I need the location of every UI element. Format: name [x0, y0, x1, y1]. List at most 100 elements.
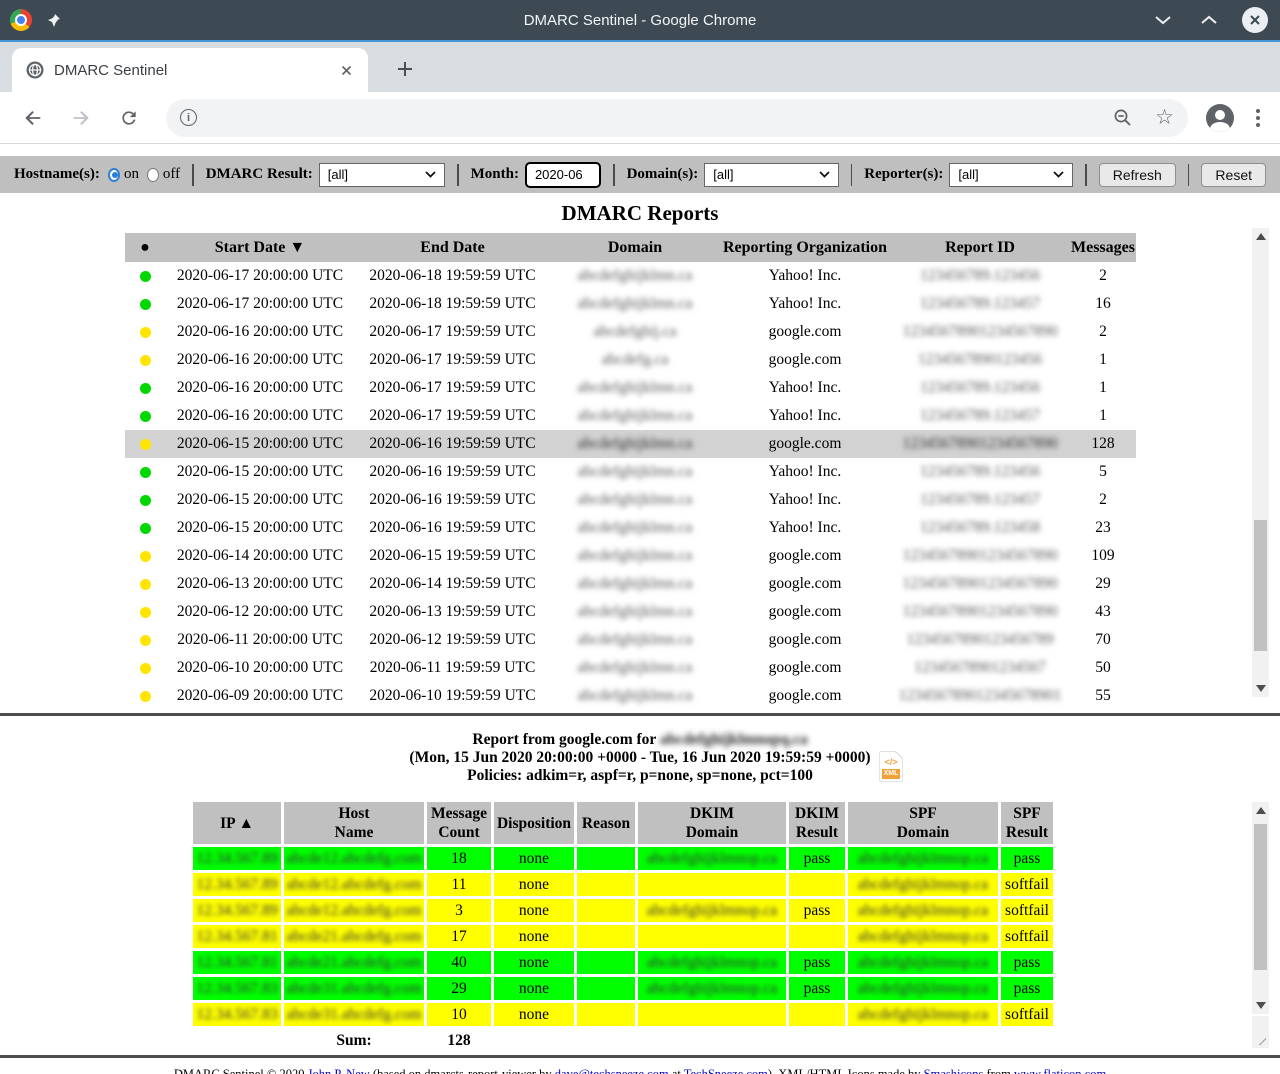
- disposition-cell: none: [494, 873, 574, 896]
- report-row[interactable]: 2020-06-15 20:00:00 UTC 2020-06-16 19:59…: [125, 514, 1136, 542]
- status-dot-icon: [140, 299, 151, 310]
- reporting-org-cell: google.com: [720, 346, 890, 374]
- window-minimize-icon[interactable]: [1150, 7, 1176, 33]
- back-icon[interactable]: [20, 105, 46, 131]
- report-row[interactable]: 2020-06-16 20:00:00 UTC 2020-06-17 19:59…: [125, 318, 1136, 346]
- detail-header-row: IP ▲ Host Name Message Count Disposition…: [193, 802, 1053, 844]
- start-date-cell: 2020-06-10 20:00:00 UTC: [165, 654, 355, 682]
- hostnames-off-radio[interactable]: [147, 168, 159, 182]
- col-ip[interactable]: IP ▲: [193, 802, 281, 844]
- report-row[interactable]: 2020-06-10 20:00:00 UTC 2020-06-11 19:59…: [125, 654, 1136, 682]
- dkim-domain-cell: [638, 925, 786, 948]
- report-row[interactable]: 2020-06-11 20:00:00 UTC 2020-06-12 19:59…: [125, 626, 1136, 654]
- col-disposition[interactable]: Disposition: [494, 802, 574, 844]
- reset-button[interactable]: Reset: [1201, 163, 1266, 187]
- tab-close-icon[interactable]: [336, 60, 356, 80]
- col-start-date[interactable]: Start Date ▼: [165, 233, 355, 262]
- col-spf-result[interactable]: SPF Result: [1001, 802, 1053, 844]
- domains-label: Domain(s):: [627, 166, 699, 183]
- report-row[interactable]: 2020-06-09 20:00:00 UTC 2020-06-10 19:59…: [125, 682, 1136, 710]
- xml-file-icon[interactable]: </> XML: [879, 751, 903, 782]
- new-tab-button[interactable]: [390, 54, 420, 84]
- refresh-button[interactable]: Refresh: [1099, 163, 1176, 187]
- report-row[interactable]: 2020-06-15 20:00:00 UTC 2020-06-16 19:59…: [125, 430, 1136, 458]
- end-date-cell: 2020-06-17 19:59:59 UTC: [355, 374, 550, 402]
- scroll-down-icon[interactable]: [1252, 997, 1269, 1014]
- ip-cell: 12.34.567.89: [193, 847, 281, 870]
- bookmark-star-icon[interactable]: ☆: [1155, 107, 1174, 128]
- scroll-up-icon[interactable]: [1252, 228, 1269, 245]
- footer-link[interactable]: dave@techsneeze.com: [555, 1067, 669, 1074]
- col-domain[interactable]: Domain: [550, 233, 720, 262]
- reporting-org-cell: google.com: [720, 570, 890, 598]
- status-dot-icon: [140, 635, 151, 646]
- status-dot-icon: [140, 663, 151, 674]
- col-dkim-domain[interactable]: DKIM Domain: [638, 802, 786, 844]
- footer-link[interactable]: Smashicons: [924, 1067, 984, 1074]
- reporters-select[interactable]: [all]: [949, 163, 1073, 187]
- report-row[interactable]: 2020-06-15 20:00:00 UTC 2020-06-16 19:59…: [125, 458, 1136, 486]
- col-end-date[interactable]: End Date: [355, 233, 550, 262]
- col-dkim-result[interactable]: DKIM Result: [789, 802, 845, 844]
- scroll-down-icon[interactable]: [1252, 680, 1269, 697]
- footer-link[interactable]: TechSneeze.com: [684, 1067, 768, 1074]
- report-id-cell: 12345678901234567890: [890, 570, 1070, 598]
- dkim-result-cell: pass: [789, 977, 845, 1000]
- start-date-cell: 2020-06-11 20:00:00 UTC: [165, 626, 355, 654]
- domains-select[interactable]: [all]: [704, 163, 838, 187]
- report-row[interactable]: 2020-06-14 20:00:00 UTC 2020-06-15 19:59…: [125, 542, 1136, 570]
- domain-cell: abcdefghijklmn.ca: [550, 542, 720, 570]
- report-row[interactable]: 2020-06-13 20:00:00 UTC 2020-06-14 19:59…: [125, 570, 1136, 598]
- dkim-domain-cell: [638, 1003, 786, 1026]
- zoom-icon[interactable]: [1113, 108, 1133, 128]
- report-row[interactable]: 2020-06-17 20:00:00 UTC 2020-06-18 19:59…: [125, 262, 1136, 290]
- reason-cell: [577, 951, 635, 974]
- col-messages[interactable]: Messages: [1070, 233, 1136, 262]
- messages-cell: 1: [1070, 346, 1136, 374]
- address-bar[interactable]: i ☆: [166, 99, 1188, 137]
- reporting-org-cell: google.com: [720, 598, 890, 626]
- message-count-cell: 29: [427, 977, 491, 1000]
- report-row[interactable]: 2020-06-15 20:00:00 UTC 2020-06-16 19:59…: [125, 486, 1136, 514]
- info-icon[interactable]: i: [180, 109, 197, 126]
- profile-avatar[interactable]: [1206, 104, 1234, 132]
- end-date-cell: 2020-06-16 19:59:59 UTC: [355, 430, 550, 458]
- resize-grip[interactable]: [1252, 1016, 1269, 1048]
- end-date-cell: 2020-06-11 19:59:59 UTC: [355, 654, 550, 682]
- footer-link[interactable]: John P. New: [308, 1067, 370, 1074]
- col-spf-domain[interactable]: SPF Domain: [848, 802, 998, 844]
- reload-icon[interactable]: [116, 105, 142, 131]
- start-date-cell: 2020-06-13 20:00:00 UTC: [165, 570, 355, 598]
- forward-icon[interactable]: [68, 105, 94, 131]
- report-row[interactable]: 2020-06-12 20:00:00 UTC 2020-06-13 19:59…: [125, 598, 1136, 626]
- hostnames-on-radio[interactable]: [108, 168, 120, 182]
- window-close-icon[interactable]: [1242, 7, 1268, 33]
- report-row[interactable]: 2020-06-17 20:00:00 UTC 2020-06-18 19:59…: [125, 290, 1136, 318]
- window-maximize-icon[interactable]: [1196, 7, 1222, 33]
- col-reason[interactable]: Reason: [577, 802, 635, 844]
- month-select[interactable]: 2020-06: [525, 162, 601, 188]
- spf-result-cell: softfail: [1001, 925, 1053, 948]
- scroll-up-icon[interactable]: [1252, 802, 1269, 819]
- dmarc-result-select[interactable]: [all]: [319, 163, 445, 187]
- col-report-id[interactable]: Report ID: [890, 233, 1070, 262]
- report-id-cell: 1234567890123456789: [890, 626, 1070, 654]
- report-detail-header: Report from google.com for abcdefghijklm…: [0, 731, 1280, 785]
- footer-link[interactable]: www.flaticon.com: [1014, 1067, 1106, 1074]
- report-row[interactable]: 2020-06-16 20:00:00 UTC 2020-06-17 19:59…: [125, 374, 1136, 402]
- scrollbar-thumb[interactable]: [1254, 824, 1267, 970]
- report-row[interactable]: 2020-06-16 20:00:00 UTC 2020-06-17 19:59…: [125, 346, 1136, 374]
- col-host-name[interactable]: Host Name: [284, 802, 424, 844]
- report-id-cell: 12345678901234567890: [890, 542, 1070, 570]
- col-message-count[interactable]: Message Count: [427, 802, 491, 844]
- menu-kebab-icon[interactable]: [1256, 109, 1260, 127]
- disposition-cell: none: [494, 951, 574, 974]
- scrollbar-thumb[interactable]: [1254, 520, 1267, 651]
- dkim-result-cell: [789, 925, 845, 948]
- detail-row: 12.34.567.81 abcde21.abcdefg.com 17 none…: [193, 925, 1053, 948]
- col-reporting-org[interactable]: Reporting Organization: [720, 233, 890, 262]
- tab-dmarc-sentinel[interactable]: DMARC Sentinel: [12, 48, 368, 92]
- reports-table-body: 2020-06-17 20:00:00 UTC 2020-06-18 19:59…: [125, 262, 1136, 710]
- reporting-org-cell: google.com: [720, 318, 890, 346]
- report-row[interactable]: 2020-06-16 20:00:00 UTC 2020-06-17 19:59…: [125, 402, 1136, 430]
